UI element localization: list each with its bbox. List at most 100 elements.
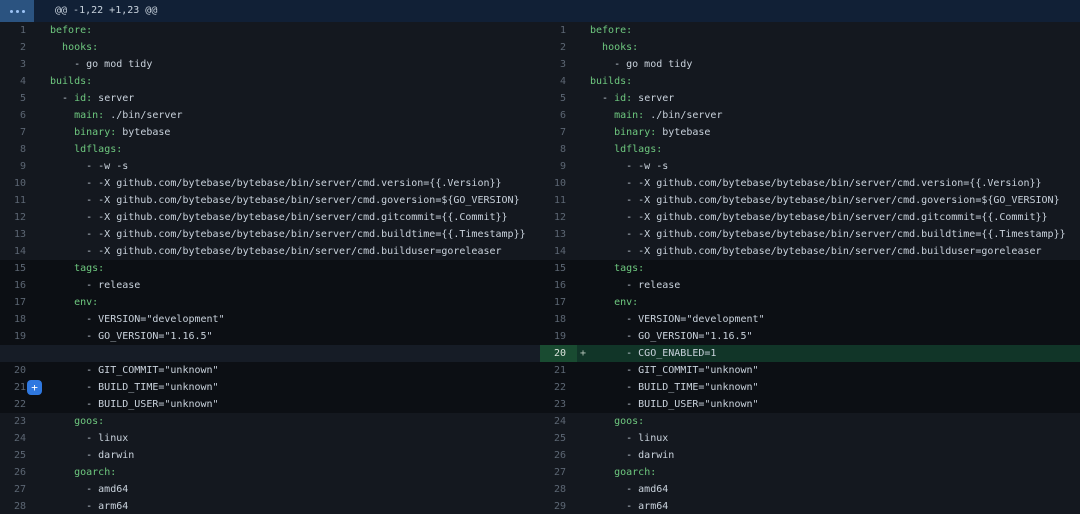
line-number[interactable]: 15 (540, 260, 577, 277)
line-number[interactable]: 22 (540, 379, 577, 396)
line-number[interactable]: 8 (0, 141, 37, 158)
code-text: - amd64 (50, 484, 128, 495)
code-text: - arm64 (590, 501, 668, 512)
diff-row: 28 - arm64 (0, 498, 540, 514)
line-number[interactable]: 18 (0, 311, 37, 328)
line-number[interactable]: 20 (0, 362, 37, 379)
line-number[interactable]: 18 (540, 311, 577, 328)
line-number[interactable]: 14 (540, 243, 577, 260)
diff-row: 18 - VERSION="development" (540, 311, 1080, 328)
code-text (50, 144, 74, 155)
line-number[interactable]: 17 (0, 294, 37, 311)
code-text: - -X github.com/bytebase/bytebase/bin/se… (50, 246, 502, 257)
line-number[interactable]: 10 (540, 175, 577, 192)
line-number[interactable]: 27 (540, 464, 577, 481)
line-number[interactable]: 17 (540, 294, 577, 311)
diff-row: 19 - GO_VERSION="1.16.5" (0, 328, 540, 345)
line-number[interactable]: 13 (0, 226, 37, 243)
line-number[interactable]: 28 (0, 498, 37, 514)
line-number[interactable]: 24 (540, 413, 577, 430)
yaml-key: hooks: (62, 42, 98, 53)
line-number[interactable]: 15 (0, 260, 37, 277)
diff-row: 22 - BUILD_TIME="unknown" (540, 379, 1080, 396)
line-number[interactable]: 26 (0, 464, 37, 481)
code-line: binary: bytebase (37, 124, 170, 141)
code-text: - -X github.com/bytebase/bytebase/bin/se… (590, 212, 1048, 223)
yaml-key: before: (590, 25, 632, 36)
diff-row: 26 - darwin (540, 447, 1080, 464)
diff-row: 8 ldflags: (0, 141, 540, 158)
line-number[interactable]: 23 (0, 413, 37, 430)
line-number[interactable]: 13 (540, 226, 577, 243)
diff-added-row: 20+ - CGO_ENABLED=1 (540, 345, 1080, 362)
code-line: - amd64 (37, 481, 128, 498)
line-number[interactable]: 29 (540, 498, 577, 514)
code-text: - (590, 93, 614, 104)
line-number[interactable]: 26 (540, 447, 577, 464)
line-number[interactable]: 7 (540, 124, 577, 141)
code-line: - amd64 (577, 481, 668, 498)
line-number[interactable]: 27 (0, 481, 37, 498)
diff-row: 16 - release (0, 277, 540, 294)
code-line: - linux (37, 430, 128, 447)
line-number[interactable]: 6 (540, 107, 577, 124)
line-number[interactable]: 2 (540, 39, 577, 56)
code-text: - -X github.com/bytebase/bytebase/bin/se… (50, 195, 520, 206)
line-number[interactable]: 1 (540, 22, 577, 39)
diff-row: 21 - GIT_COMMIT="unknown" (540, 362, 1080, 379)
yaml-key: tags: (614, 263, 644, 274)
diff-row: 3 - go mod tidy (0, 56, 540, 73)
line-number[interactable]: 9 (0, 158, 37, 175)
line-number[interactable]: 12 (540, 209, 577, 226)
code-text: - amd64 (590, 484, 668, 495)
line-number[interactable]: 4 (0, 73, 37, 90)
code-text: - CGO_ENABLED=1 (590, 348, 716, 359)
line-number[interactable]: 11 (0, 192, 37, 209)
line-number[interactable]: 23 (540, 396, 577, 413)
code-line: - id: server (37, 90, 134, 107)
code-line: - -X github.com/bytebase/bytebase/bin/se… (37, 209, 508, 226)
line-number[interactable]: 11 (540, 192, 577, 209)
diff-row: 5 - id: server (540, 90, 1080, 107)
line-number[interactable]: 16 (0, 277, 37, 294)
line-number[interactable]: 20 (540, 345, 577, 362)
diff-row: 9 - -w -s (0, 158, 540, 175)
line-number[interactable]: 9 (540, 158, 577, 175)
line-number[interactable]: 22 (0, 396, 37, 413)
line-number[interactable]: 19 (0, 328, 37, 345)
yaml-key: hooks: (602, 42, 638, 53)
line-number[interactable]: 28 (540, 481, 577, 498)
line-number[interactable]: 21 (540, 362, 577, 379)
line-number[interactable]: 3 (540, 56, 577, 73)
code-text: - -X github.com/bytebase/bytebase/bin/se… (590, 246, 1042, 257)
line-number[interactable]: 3 (0, 56, 37, 73)
line-number[interactable]: 24 (0, 430, 37, 447)
line-number[interactable]: 14 (0, 243, 37, 260)
hunk-header-bar: @@ -1,22 +1,23 @@ (0, 0, 1080, 22)
line-number[interactable]: 5 (540, 90, 577, 107)
line-number[interactable]: 19 (540, 328, 577, 345)
line-number[interactable]: 16 (540, 277, 577, 294)
line-number[interactable]: 4 (540, 73, 577, 90)
line-number[interactable]: 2 (0, 39, 37, 56)
line-number[interactable]: 25 (0, 447, 37, 464)
line-number[interactable]: 7 (0, 124, 37, 141)
code-text: bytebase (116, 127, 170, 138)
line-number[interactable]: 5 (0, 90, 37, 107)
yaml-key: env: (74, 297, 98, 308)
expand-hunk-button[interactable] (0, 0, 34, 22)
line-number[interactable]: 1 (0, 22, 37, 39)
line-number[interactable]: 25 (540, 430, 577, 447)
add-comment-button[interactable]: + (27, 380, 42, 395)
diff-row: 15 tags: (540, 260, 1080, 277)
line-number[interactable]: 10 (0, 175, 37, 192)
code-text: - BUILD_USER="unknown" (590, 399, 759, 410)
line-number[interactable]: 8 (540, 141, 577, 158)
line-number[interactable]: 6 (0, 107, 37, 124)
code-line: goarch: (577, 464, 656, 481)
code-text (590, 263, 614, 274)
code-line: - -X github.com/bytebase/bytebase/bin/se… (577, 192, 1060, 209)
code-text: - -X github.com/bytebase/bytebase/bin/se… (50, 178, 502, 189)
line-number[interactable]: 12 (0, 209, 37, 226)
diff-row: 16 - release (540, 277, 1080, 294)
